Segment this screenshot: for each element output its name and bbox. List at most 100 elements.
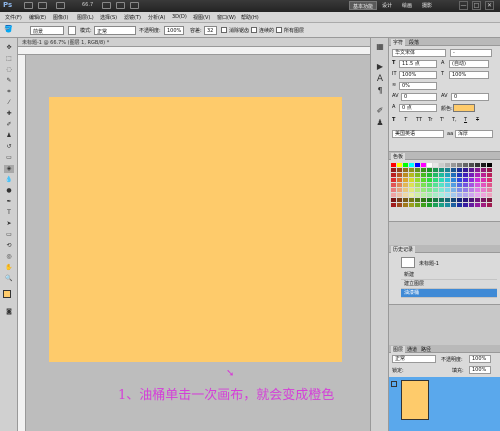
swatch[interactable] [469,168,474,172]
swatch[interactable] [475,193,480,197]
zoom-tool-icon[interactable]: 🔍 [4,275,14,283]
type-tool-icon[interactable]: T [4,209,14,217]
swatch[interactable] [451,178,456,182]
swatch[interactable] [457,183,462,187]
shape-tool-icon[interactable]: ▭ [4,231,14,239]
view-extras-icon[interactable] [56,2,65,9]
leading-input[interactable]: (自动) [449,60,489,68]
swatch[interactable] [475,198,480,202]
tab-character[interactable]: 字符 [391,39,406,46]
language-select[interactable]: 美国英语 [392,130,444,138]
swatch[interactable] [397,188,402,192]
swatch[interactable] [403,163,408,167]
swatch[interactable] [409,168,414,172]
character-panel-icon[interactable]: A [375,74,385,84]
brush-tool-icon[interactable]: ✐ [4,121,14,129]
swatch[interactable] [397,203,402,207]
swatch[interactable] [427,178,432,182]
tab-paths[interactable]: 路径 [419,346,433,353]
mini-bridge-icon[interactable] [38,2,47,9]
swatch[interactable] [463,198,468,202]
fill-source-select[interactable]: 前景 [30,26,64,35]
swatch[interactable] [439,178,444,182]
swatch[interactable] [463,173,468,177]
swatch[interactable] [487,168,492,172]
swatch[interactable] [463,168,468,172]
swatch[interactable] [481,188,486,192]
swatch[interactable] [397,163,402,167]
healing-tool-icon[interactable]: ✚ [4,110,14,118]
swatch[interactable] [439,163,444,167]
swatch[interactable] [409,193,414,197]
pen-tool-icon[interactable]: ✒ [4,198,14,206]
swatch[interactable] [469,188,474,192]
font-family-select[interactable]: 华文宋体 [392,49,446,57]
swatch[interactable] [481,163,486,167]
tab-channels[interactable]: 通道 [405,346,419,353]
swatch[interactable] [463,188,468,192]
swatch[interactable] [433,168,438,172]
swatch[interactable] [457,178,462,182]
canvas[interactable] [49,97,342,362]
swatch[interactable] [487,188,492,192]
swatch[interactable] [487,198,492,202]
swatch[interactable] [445,203,450,207]
mode-select[interactable]: 正常 [94,26,136,35]
menu-layer[interactable]: 图层(L) [77,14,94,21]
swatch[interactable] [421,163,426,167]
paint-bucket-icon[interactable]: 🪣 [4,25,13,33]
swatch[interactable] [445,168,450,172]
swatch[interactable] [475,183,480,187]
baseline-shift-input[interactable]: 0 点 [399,104,437,112]
layer-row-selected[interactable] [389,377,500,431]
swatch[interactable] [451,173,456,177]
swatch[interactable] [451,183,456,187]
swatch[interactable] [445,163,450,167]
swatch[interactable] [421,183,426,187]
swatch[interactable] [391,173,396,177]
tab-paragraph[interactable]: 段落 [407,39,421,46]
swatch[interactable] [427,163,432,167]
swatch[interactable] [487,193,492,197]
all-layers-checkbox[interactable] [276,27,282,33]
swatch[interactable] [427,203,432,207]
swatch[interactable] [415,193,420,197]
swatch[interactable] [433,178,438,182]
clone-source-panel-icon[interactable]: ♟ [375,118,385,128]
workspace-design[interactable]: 设计 [379,1,395,10]
antialias-checkbox[interactable] [221,27,227,33]
swatch[interactable] [487,173,492,177]
swatch[interactable] [445,173,450,177]
menu-view[interactable]: 视图(V) [193,14,210,21]
swatch[interactable] [391,198,396,202]
swatch[interactable] [409,173,414,177]
tab-history[interactable]: 历史记录 [391,246,416,253]
swatch[interactable] [439,193,444,197]
swatch[interactable] [391,168,396,172]
swatch[interactable] [409,163,414,167]
swatch[interactable] [397,183,402,187]
swatch[interactable] [397,173,402,177]
swatch[interactable] [403,173,408,177]
swatch[interactable] [481,168,486,172]
text-color-swatch[interactable] [453,104,475,112]
history-panel-icon[interactable]: ▦ [375,42,385,52]
vertical-scale-input[interactable]: 100% [399,71,437,79]
swatch[interactable] [391,183,396,187]
swatch[interactable] [427,168,432,172]
brush-panel-icon[interactable]: ✐ [375,106,385,116]
swatch[interactable] [415,163,420,167]
menu-select[interactable]: 选择(S) [100,14,117,21]
swatch[interactable] [391,178,396,182]
swatch[interactable] [469,193,474,197]
swatch[interactable] [433,193,438,197]
blend-mode-select[interactable]: 正常 [392,355,436,363]
swatch[interactable] [445,178,450,182]
swatch[interactable] [409,198,414,202]
swatch[interactable] [403,188,408,192]
font-style-select[interactable]: - [450,49,492,57]
strikethrough-button[interactable]: T [476,117,479,123]
swatch[interactable] [421,193,426,197]
swatch[interactable] [469,203,474,207]
underline-button[interactable]: T [464,117,467,123]
